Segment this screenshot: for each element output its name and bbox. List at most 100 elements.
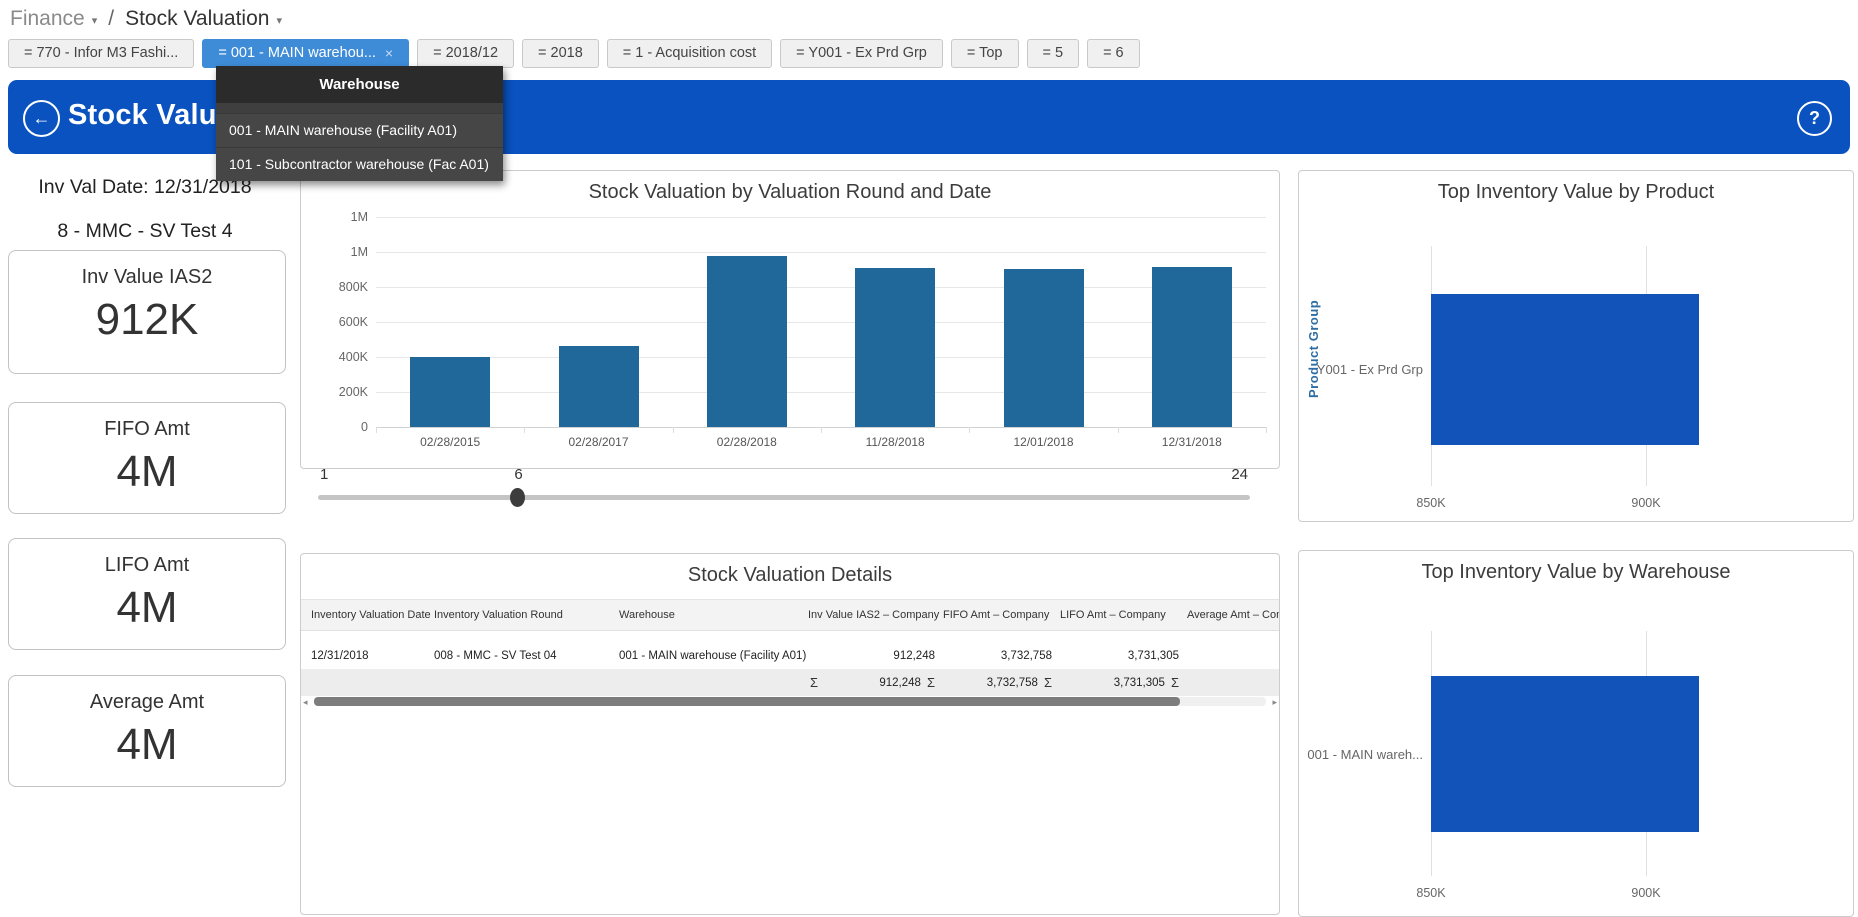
total-value: 912,248	[879, 670, 921, 696]
kpi-value: 4M	[9, 720, 285, 770]
filter-chip-row: = 770 - Infor M3 Fashi... = 001 - MAIN wa…	[8, 39, 1140, 68]
chart-title: Top Inventory Value by Product	[1299, 181, 1853, 204]
chart-title: Stock Valuation by Valuation Round and D…	[301, 181, 1279, 204]
table-header-row: Inventory Valuation DateInventory Valuat…	[301, 599, 1279, 631]
details-table: Inventory Valuation DateInventory Valuat…	[301, 599, 1279, 696]
kpi-label: LIFO Amt	[9, 554, 285, 577]
bar[interactable]	[707, 256, 787, 427]
filter-chip[interactable]: = 1 - Acquisition cost	[607, 39, 772, 68]
scrollbar-thumb[interactable]	[314, 697, 1180, 706]
x-axis-label: 11/28/2018	[825, 435, 965, 449]
x-axis-label: 02/28/2017	[529, 435, 669, 449]
scroll-left-icon[interactable]: ◂	[303, 696, 308, 708]
gridline	[376, 217, 1266, 218]
y-axis-label: 600K	[310, 315, 368, 329]
table-totals-cell	[434, 670, 619, 696]
breadcrumb-section[interactable]: Finance	[10, 7, 85, 31]
y-axis-label: 200K	[310, 385, 368, 399]
bar[interactable]	[1431, 676, 1699, 832]
back-icon[interactable]: ←	[23, 100, 60, 137]
table-cell	[1187, 643, 1279, 669]
chevron-down-icon[interactable]: ▾	[276, 11, 282, 27]
filter-chip[interactable]: = 2018/12	[417, 39, 514, 68]
filter-chip-label: = 2018/12	[433, 40, 498, 67]
table-cell: 912,248	[808, 643, 943, 669]
sigma-icon: Σ	[808, 670, 824, 696]
filter-chip[interactable]: = 6	[1087, 39, 1140, 68]
filter-chip[interactable]: = 5	[1027, 39, 1080, 68]
table-totals-row: Σ912,248Σ3,732,758Σ3,731,305Σ	[301, 670, 1279, 696]
bar[interactable]	[559, 346, 639, 427]
y-axis-label: 1M	[310, 245, 368, 259]
table-header-cell[interactable]: LIFO Amt – Company	[1060, 600, 1187, 630]
axis-tick	[1266, 427, 1267, 433]
breadcrumb-separator: /	[108, 7, 114, 31]
slider-min-label: 1	[320, 466, 328, 483]
slider-max-label: 24	[1231, 466, 1248, 483]
table-row: 12/31/2018008 - MMC - SV Test 04001 - MA…	[301, 643, 1279, 670]
filter-chip[interactable]: = 770 - Infor M3 Fashi...	[8, 39, 194, 68]
kpi-label: Average Amt	[9, 691, 285, 714]
dropdown-item-list: 001 - MAIN warehouse (Facility A01)101 -…	[216, 103, 503, 181]
bar[interactable]	[1152, 267, 1232, 427]
y-axis-label: 400K	[310, 350, 368, 364]
warehouse-filter-dropdown: Warehouse 001 - MAIN warehouse (Facility…	[216, 66, 503, 181]
dropdown-title: Warehouse	[216, 66, 503, 103]
kpi-card[interactable]: LIFO Amt 4M	[8, 538, 286, 650]
y-axis-label: 800K	[310, 280, 368, 294]
time-window-slider: 1 6 24	[318, 466, 1250, 510]
kpi-card[interactable]: Average Amt 4M	[8, 675, 286, 787]
table-header-cell[interactable]: Inv Value IAS2 – Company	[808, 600, 943, 630]
sigma-icon: Σ	[921, 670, 941, 696]
y-axis-label: 1M	[310, 210, 368, 224]
slider-handle[interactable]	[510, 488, 525, 507]
filter-chip-label: = 2018	[538, 40, 583, 67]
breadcrumb-page[interactable]: Stock Valuation	[125, 7, 269, 31]
table-header-cell[interactable]: Warehouse	[619, 600, 808, 630]
bar[interactable]	[410, 357, 490, 427]
kpi-value: 4M	[9, 583, 285, 633]
kpi-card[interactable]: FIFO Amt4M	[8, 402, 286, 514]
table-cell: 3,732,758	[943, 643, 1060, 669]
chip-close-icon[interactable]: ×	[385, 40, 393, 67]
kpi-card[interactable]: Inv Value IAS2912K	[8, 250, 286, 374]
filter-chip[interactable]: = Y001 - Ex Prd Grp	[780, 39, 943, 68]
axis-tick	[1118, 427, 1119, 433]
filter-chip-label: = Y001 - Ex Prd Grp	[796, 40, 927, 67]
breadcrumb: Finance ▾ / Stock Valuation ▾	[10, 4, 282, 34]
table-header-cell[interactable]: Average Amt – Company	[1187, 600, 1279, 630]
stock-valuation-details-panel: Stock Valuation Details Inventory Valuat…	[300, 553, 1280, 915]
slider-track[interactable]	[318, 495, 1250, 500]
table-cell: 008 - MMC - SV Test 04	[434, 643, 619, 669]
kpi-label: Inv Value IAS2	[9, 266, 285, 289]
axis-tick	[821, 427, 822, 433]
table-totals-cell: 3,732,758Σ	[943, 670, 1060, 696]
x-axis-label: 900K	[1606, 496, 1686, 510]
bar[interactable]	[1431, 294, 1699, 445]
bar[interactable]	[1004, 269, 1084, 427]
chevron-down-icon[interactable]: ▾	[92, 11, 98, 27]
filter-chip[interactable]: = 001 - MAIN warehou... ×	[202, 39, 409, 68]
valuation-round-label: 8 - MMC - SV Test 4	[0, 220, 290, 243]
filter-chip-label: = 001 - MAIN warehou...	[218, 40, 376, 67]
table-totals-cell	[311, 670, 434, 696]
table-header-cell[interactable]: Inventory Valuation Date	[311, 600, 434, 630]
x-axis-label: 12/31/2018	[1122, 435, 1262, 449]
filter-chip[interactable]: = 2018	[522, 39, 599, 68]
dropdown-item[interactable]: 001 - MAIN warehouse (Facility A01)	[216, 113, 503, 147]
table-header-cell[interactable]: FIFO Amt – Company	[943, 600, 1060, 630]
axis-tick	[524, 427, 525, 433]
bar-chart-plot-area: 1M1M800K600K400K200K002/28/201502/28/201…	[376, 217, 1266, 427]
hbar-plot-area: 850K900K	[1431, 631, 1841, 876]
filter-chip[interactable]: = Top	[951, 39, 1019, 68]
gridline	[376, 287, 1266, 288]
bar[interactable]	[855, 268, 935, 427]
scrollbar-track[interactable]	[314, 697, 1266, 706]
dropdown-item[interactable]: 101 - Subcontractor warehouse (Fac A01)	[216, 147, 503, 181]
filter-chip-label: = 770 - Infor M3 Fashi...	[24, 40, 178, 67]
scroll-right-icon[interactable]: ▸	[1272, 696, 1277, 708]
help-icon[interactable]: ?	[1797, 101, 1832, 136]
stock-valuation-chart-panel: Stock Valuation by Valuation Round and D…	[300, 170, 1280, 469]
filter-chip-label: = 1 - Acquisition cost	[623, 40, 756, 67]
table-header-cell[interactable]: Inventory Valuation Round	[434, 600, 619, 630]
